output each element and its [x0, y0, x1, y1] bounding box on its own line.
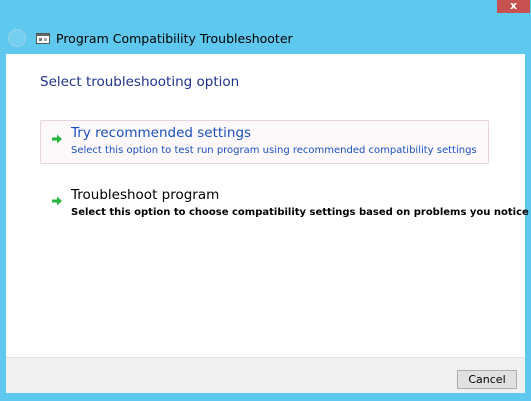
page-heading: Select troubleshooting option [40, 74, 240, 90]
option-title: Troubleshoot program [71, 187, 220, 203]
back-button[interactable] [8, 29, 26, 47]
troubleshooter-app-icon [36, 32, 50, 44]
footer-bar: Cancel [6, 357, 525, 393]
window: x Program Compatibility Troubleshooter S… [0, 0, 531, 401]
green-arrow-icon [51, 130, 63, 144]
option-try-recommended-settings[interactable]: Try recommended settings Select this opt… [40, 120, 489, 164]
main-content: Select troubleshooting option Try recomm… [6, 54, 529, 357]
close-button[interactable]: x [497, 0, 530, 13]
option-description: Select this option to choose compatibili… [71, 207, 529, 218]
option-title: Try recommended settings [71, 125, 252, 141]
option-troubleshoot-program[interactable]: Troubleshoot program Select this option … [40, 182, 529, 226]
cancel-button[interactable]: Cancel [457, 370, 517, 389]
green-arrow-icon [51, 192, 63, 206]
window-title: Program Compatibility Troubleshooter [56, 30, 293, 46]
option-description: Select this option to test run program u… [71, 145, 477, 156]
title-bar: Program Compatibility Troubleshooter [8, 26, 293, 50]
